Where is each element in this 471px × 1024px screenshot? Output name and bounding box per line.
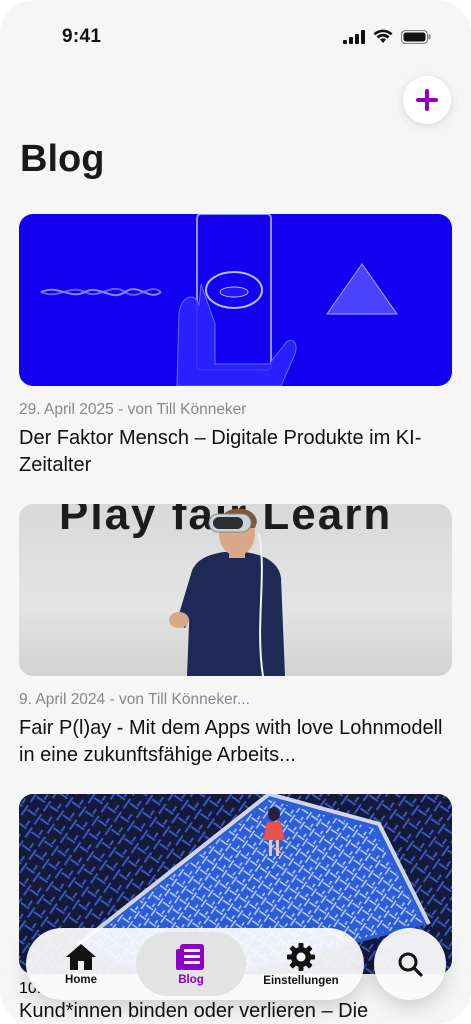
post-title: Fair P(l)ay - Mit dem Apps with love Loh… [19,717,443,766]
search-button[interactable] [374,928,446,1000]
blog-icon [176,943,204,970]
post-image [19,214,452,386]
tab-blog[interactable]: Blog [136,932,246,996]
gear-icon [287,942,315,971]
tab-home[interactable]: Home [26,932,136,996]
post-meta: 29. April 2025 - von Till Könneker [19,401,247,418]
tab-label: Blog [178,973,204,986]
battery-icon [401,29,431,44]
blog-post-card[interactable]: Play fair Learn 9. April 2024 - von Till… [19,504,452,769]
blog-post-card[interactable]: 29. April 2025 - von Till Könneker Der F… [19,214,452,479]
tab-einstellungen[interactable]: Einstellungen [246,932,356,996]
post-meta: 9. April 2024 - von Till Könneker... [19,691,250,708]
wifi-icon [373,29,393,43]
post-image: Play fair Learn [19,504,452,676]
phone-screen: 9:41 Blog 29. April 2025 - von Till Könn… [0,0,471,1024]
tab-bar: Home Blog Einstellungen [26,928,364,1000]
post-title: Der Faktor Mensch – Digitale Produkte im… [19,427,422,476]
tab-label: Einstellungen [263,974,339,987]
tab-label: Home [65,973,97,986]
status-bar: 9:41 [0,26,471,52]
add-post-button[interactable] [403,76,451,124]
page-title: Blog [20,138,105,180]
status-icons [343,29,431,44]
signal-icon [343,29,365,44]
plus-icon [416,89,438,111]
home-icon [66,943,96,970]
post-title: Kund*innen binden oder verlieren – Die [19,1000,369,1022]
search-icon [398,952,423,977]
status-time: 9:41 [62,26,102,47]
